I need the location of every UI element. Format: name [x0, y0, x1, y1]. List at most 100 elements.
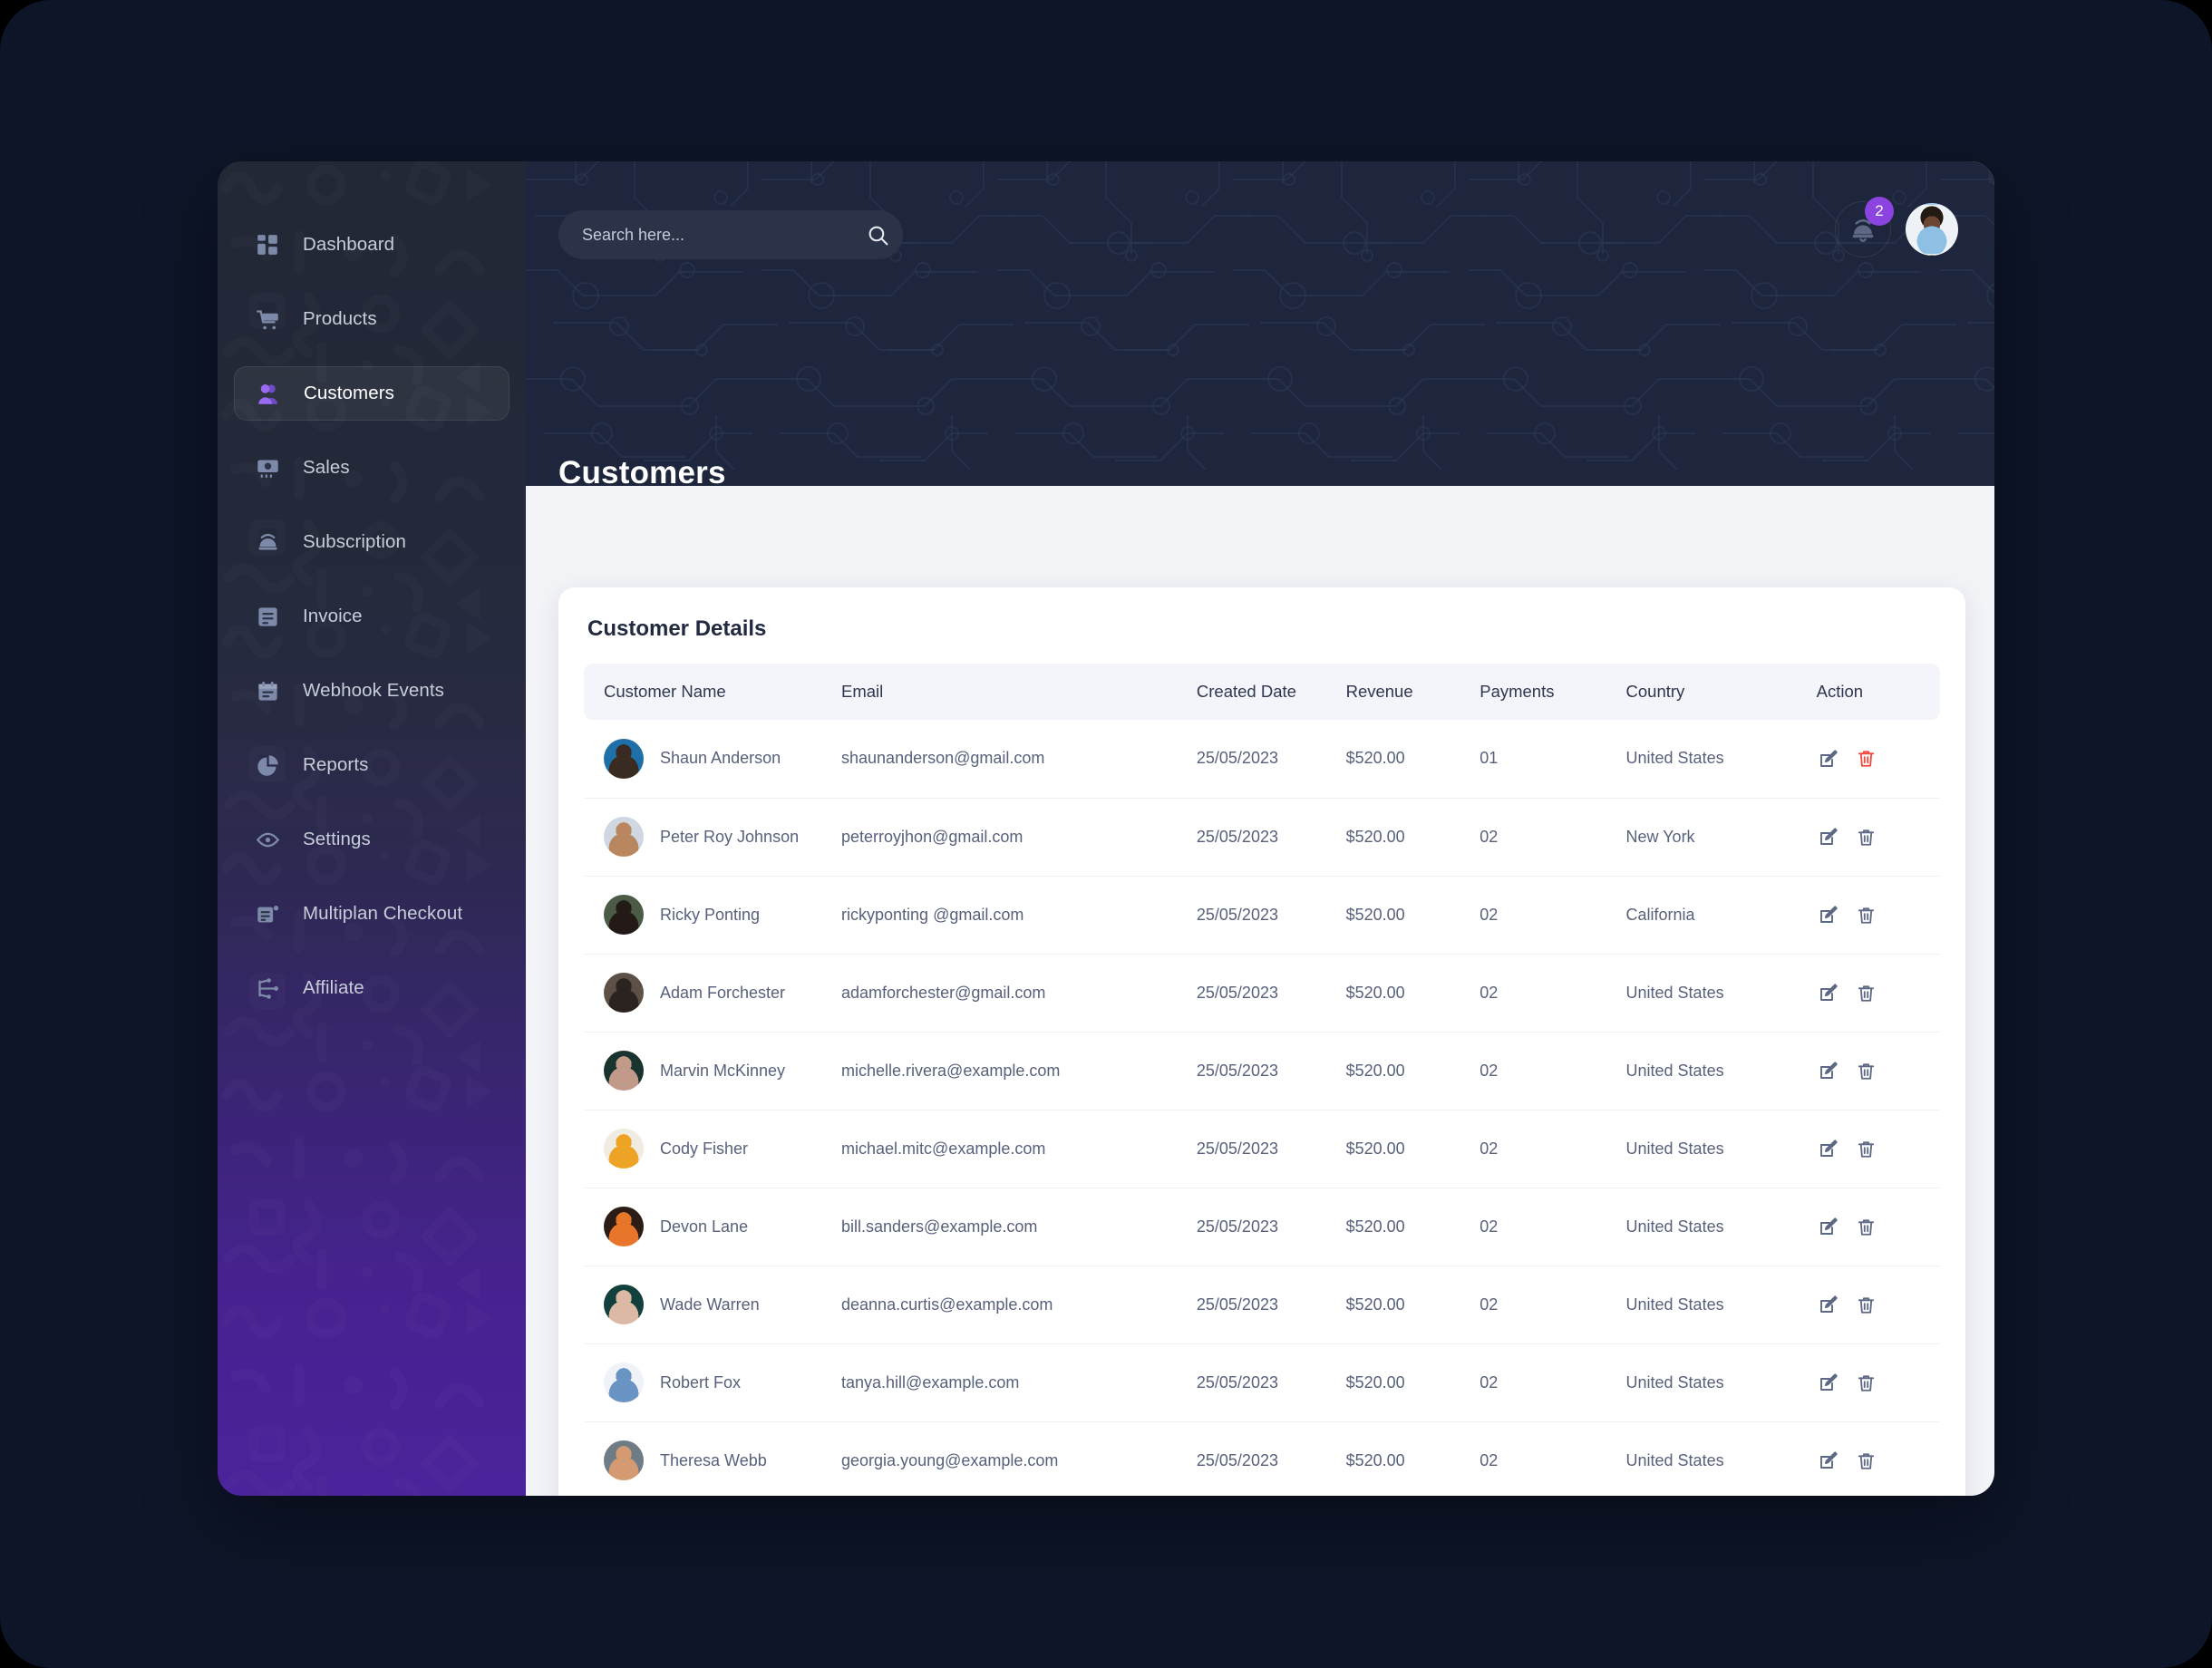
table-head: Customer Name Email Created Date Revenue…	[584, 664, 1940, 720]
edit-pencil-icon[interactable]	[1817, 1215, 1840, 1238]
trash-icon[interactable]	[1855, 903, 1878, 926]
cell-action	[1816, 1110, 1940, 1188]
sidebar-item-label: Sales	[303, 457, 350, 478]
sidebar-item-invoice[interactable]: Invoice	[234, 589, 509, 644]
trash-icon[interactable]	[1855, 825, 1878, 849]
trash-icon[interactable]	[1855, 1215, 1878, 1238]
sidebar-item-label: Settings	[303, 829, 371, 849]
search-icon[interactable]	[852, 210, 903, 259]
sidebar-item-multiplan-checkout[interactable]: Multiplan Checkout	[234, 887, 509, 941]
sidebar-item-dashboard[interactable]: Dashboard	[234, 218, 509, 272]
table-row[interactable]: Marvin McKinney michelle.rivera@example.…	[584, 1032, 1940, 1110]
trash-icon[interactable]	[1855, 981, 1878, 1004]
cell-created-date: 25/05/2023	[1196, 1343, 1346, 1422]
column-header-customer-name[interactable]: Customer Name	[584, 664, 841, 720]
sidebar-item-label: Customers	[304, 383, 395, 403]
customer-name-text: Marvin McKinney	[660, 1061, 786, 1080]
search-input[interactable]	[558, 225, 852, 245]
cell-payments: 02	[1480, 798, 1626, 877]
customer-avatar	[604, 1363, 644, 1402]
edit-pencil-icon[interactable]	[1817, 747, 1840, 771]
cell-country: United States	[1625, 1110, 1817, 1188]
table-row[interactable]: Adam Forchester adamforchester@gmail.com…	[584, 954, 1940, 1033]
cell-customer-name: Wade Warren	[584, 1266, 842, 1344]
customer-avatar	[604, 1129, 644, 1169]
table-row[interactable]: Theresa Webb georgia.young@example.com 2…	[584, 1421, 1940, 1496]
sidebar-item-settings[interactable]: Settings	[234, 812, 509, 867]
money-bill-icon	[254, 454, 281, 481]
column-header-payments[interactable]: Payments	[1480, 664, 1625, 720]
customers-table: Customer Name Email Created Date Revenue…	[584, 664, 1940, 1496]
cell-email: deanna.curtis@example.com	[841, 1266, 1197, 1344]
customer-name-text: Wade Warren	[660, 1295, 760, 1314]
table-row[interactable]: Wade Warren deanna.curtis@example.com 25…	[584, 1266, 1940, 1344]
bell-icon	[254, 529, 281, 556]
invoice-lines-icon	[254, 603, 281, 630]
column-header-created-date[interactable]: Created Date	[1197, 664, 1346, 720]
sidebar-item-webhook-events[interactable]: Webhook Events	[234, 664, 509, 718]
customer-name-text: Ricky Ponting	[660, 905, 761, 924]
table-header-row: Customer Name Email Created Date Revenue…	[584, 664, 1940, 720]
sidebar-item-customers[interactable]: Customers	[234, 366, 509, 421]
edit-pencil-icon[interactable]	[1817, 1137, 1840, 1160]
table-row[interactable]: Peter Roy Johnson peterroyjhon@gmail.com…	[584, 798, 1940, 877]
customer-name-text: Adam Forchester	[660, 983, 786, 1002]
cell-country: United States	[1625, 1343, 1817, 1422]
cell-payments: 02	[1480, 1421, 1626, 1496]
edit-pencil-icon[interactable]	[1817, 825, 1840, 849]
customer-avatar	[604, 1051, 644, 1091]
cell-country: California	[1625, 876, 1817, 955]
sidebar-item-reports[interactable]: Reports	[234, 738, 509, 792]
edit-pencil-icon[interactable]	[1817, 903, 1840, 926]
customer-avatar	[604, 817, 644, 857]
column-header-country[interactable]: Country	[1626, 664, 1817, 720]
customer-avatar	[604, 895, 644, 935]
cell-payments: 02	[1480, 954, 1626, 1033]
sidebar: Dashboard Products Customers Sales Subsc…	[218, 161, 526, 1496]
cell-action	[1816, 1032, 1940, 1110]
column-header-action: Action	[1816, 682, 1864, 701]
sidebar-item-affiliate[interactable]: Affiliate	[234, 961, 509, 1015]
trash-icon[interactable]	[1855, 1059, 1878, 1082]
avatar[interactable]	[1906, 203, 1958, 256]
edit-pencil-icon[interactable]	[1817, 1293, 1840, 1316]
cell-customer-name: Theresa Webb	[584, 1421, 842, 1496]
cell-payments: 01	[1480, 720, 1626, 799]
trash-icon[interactable]	[1855, 1293, 1878, 1316]
table-row[interactable]: Devon Lane bill.sanders@example.com 25/0…	[584, 1188, 1940, 1266]
notifications-button[interactable]: 2	[1835, 197, 1894, 257]
cell-created-date: 25/05/2023	[1196, 876, 1346, 955]
sidebar-item-sales[interactable]: Sales	[234, 441, 509, 495]
edit-pencil-icon[interactable]	[1817, 1371, 1840, 1394]
trash-icon[interactable]	[1855, 1371, 1878, 1394]
notification-badge: 2	[1865, 197, 1894, 226]
cell-customer-name: Robert Fox	[584, 1343, 842, 1422]
edit-pencil-icon[interactable]	[1817, 1059, 1840, 1082]
cell-email: adamforchester@gmail.com	[841, 954, 1197, 1033]
cell-customer-name: Peter Roy Johnson	[584, 798, 842, 877]
table-row[interactable]: Shaun Anderson shaunanderson@gmail.com 2…	[584, 720, 1940, 799]
trash-icon[interactable]	[1855, 1137, 1878, 1160]
sidebar-nav: Dashboard Products Customers Sales Subsc…	[218, 218, 526, 1035]
trash-icon[interactable]	[1855, 747, 1878, 771]
column-header-email[interactable]: Email	[841, 664, 1197, 720]
table-row[interactable]: Cody Fisher michael.mitc@example.com 25/…	[584, 1110, 1940, 1188]
cell-revenue: $520.00	[1345, 1343, 1480, 1422]
cell-customer-name: Devon Lane	[584, 1188, 842, 1266]
column-header-revenue[interactable]: Revenue	[1346, 664, 1480, 720]
customer-avatar	[604, 738, 644, 779]
search-box[interactable]	[558, 210, 903, 259]
edit-pencil-icon[interactable]	[1817, 981, 1840, 1004]
table-row[interactable]: Ricky Ponting rickyponting @gmail.com 25…	[584, 876, 1940, 955]
trash-icon[interactable]	[1855, 1449, 1878, 1472]
sidebar-item-products[interactable]: Products	[234, 292, 509, 346]
app-frame: Dashboard Products Customers Sales Subsc…	[0, 0, 2212, 1668]
cell-action	[1816, 876, 1940, 955]
customer-avatar	[604, 1207, 644, 1246]
sidebar-item-subscription[interactable]: Subscription	[234, 515, 509, 569]
sidebar-item-label: Dashboard	[303, 234, 395, 255]
eye-gear-icon	[254, 826, 281, 853]
table-row[interactable]: Robert Fox tanya.hill@example.com 25/05/…	[584, 1343, 1940, 1422]
edit-pencil-icon[interactable]	[1817, 1449, 1840, 1472]
cell-email: michelle.rivera@example.com	[841, 1032, 1197, 1110]
